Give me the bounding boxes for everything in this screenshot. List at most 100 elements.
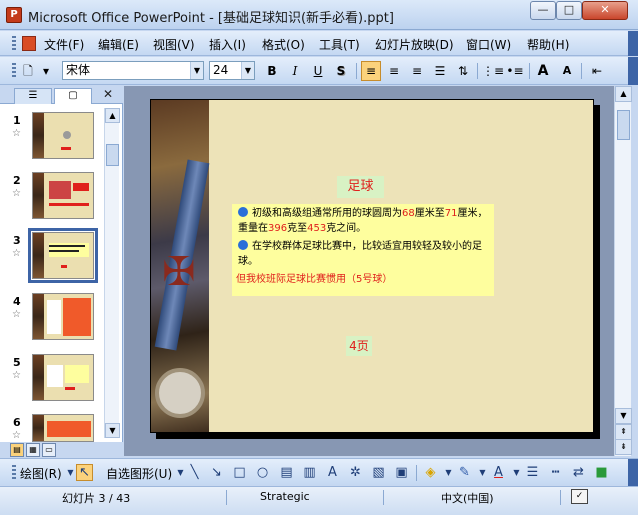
scroll-up-icon[interactable]: ▲ — [105, 108, 120, 123]
scroll-thumb[interactable] — [617, 110, 630, 140]
font-name-select[interactable]: 宋体 ▼ — [62, 61, 204, 80]
chevron-down-icon[interactable]: ▼ — [474, 464, 491, 481]
title-bar: P Microsoft Office PowerPoint - [基础足球知识(… — [0, 0, 638, 30]
shrink-font-button[interactable]: A — [557, 61, 577, 81]
font-color-icon[interactable]: A — [490, 464, 507, 481]
slide-number: 1 — [13, 114, 21, 127]
outline-tab[interactable]: ☰ — [14, 88, 52, 104]
scroll-down-icon[interactable]: ▼ — [105, 423, 120, 438]
font-name-value: 宋体 — [66, 63, 91, 77]
line-color-icon[interactable]: ✎ — [456, 464, 473, 481]
paragraph-2: 在学校群体足球比赛中，比较适宜用较轻及较小的足球。 — [236, 239, 490, 269]
decrease-indent-icon[interactable]: ⇤ — [587, 61, 607, 81]
slide-thumbnail[interactable]: 4 ☆ — [0, 293, 103, 353]
chevron-down-icon[interactable]: ▼ — [241, 62, 254, 79]
slide-title[interactable]: 足球 — [337, 176, 384, 198]
arrow-style-icon[interactable]: ⇄ — [570, 464, 587, 481]
menu-view[interactable]: 视图(V) — [153, 36, 195, 53]
page-label[interactable]: 4页 — [346, 336, 372, 356]
close-button[interactable]: ✕ — [582, 1, 628, 20]
menu-file[interactable]: 文件(F) — [44, 36, 84, 53]
scroll-down-icon[interactable]: ▼ — [615, 408, 632, 424]
shadow-button[interactable]: S — [331, 61, 351, 81]
slide-sorter-icon[interactable]: ▦ — [26, 443, 40, 457]
menu-window[interactable]: 窗口(W) — [466, 36, 511, 53]
line-style-icon[interactable]: ☰ — [524, 464, 541, 481]
slides-tab[interactable]: ▢ — [54, 88, 92, 104]
slide-thumbnail[interactable]: 2 ☆ — [0, 172, 103, 232]
menu-tools[interactable]: 工具(T) — [319, 36, 360, 53]
slide-scrollbar[interactable]: ▲ ▼ ⇞ ⇟ — [614, 86, 632, 456]
autoshapes-menu[interactable]: 自选图形(U) — [106, 465, 172, 482]
thumbnail-scrollbar[interactable]: ▲ ▼ — [104, 108, 120, 438]
slide-thumbnail[interactable]: 1 ☆ — [0, 112, 103, 172]
wordart-icon[interactable]: A — [324, 464, 341, 481]
toolbar-grip-icon[interactable] — [12, 36, 16, 52]
slide-text-box[interactable]: 初级和高级组通常所用的球圆周为68厘米至71厘米，重量在396克至453克之间。… — [232, 204, 494, 296]
shadow-style-icon[interactable]: ■ — [593, 464, 610, 481]
toolbar-overflow[interactable] — [628, 459, 638, 486]
menu-help[interactable]: 帮助(H) — [527, 36, 569, 53]
chevron-down-icon[interactable]: ▼ — [508, 464, 525, 481]
toolbar-grip-icon[interactable] — [12, 465, 16, 481]
menu-format[interactable]: 格式(O) — [262, 36, 305, 53]
toolbar-overflow[interactable] — [628, 57, 638, 85]
thumbnail-image — [32, 293, 94, 340]
chevron-down-icon[interactable]: ▼ — [440, 464, 457, 481]
animation-star-icon: ☆ — [12, 128, 21, 139]
thumbnail-image — [32, 172, 94, 219]
line-icon[interactable]: ╲ — [186, 464, 203, 481]
text-direction-icon[interactable]: ⇅ — [453, 61, 473, 81]
menu-edit[interactable]: 编辑(E) — [98, 36, 139, 53]
previous-slide-icon[interactable]: ⇞ — [615, 424, 632, 440]
grow-font-button[interactable]: A — [533, 61, 553, 81]
spelling-check-icon[interactable]: ✓ — [571, 489, 588, 504]
next-slide-icon[interactable]: ⇟ — [615, 439, 632, 455]
bold-button[interactable]: B — [262, 61, 282, 81]
chevron-down-icon[interactable]: ▼ — [190, 62, 203, 79]
scroll-up-icon[interactable]: ▲ — [615, 86, 632, 102]
rectangle-icon[interactable]: □ — [231, 464, 248, 481]
underline-button[interactable]: U — [308, 61, 328, 81]
new-document-icon[interactable]: 🗋 — [18, 61, 38, 81]
select-pointer-icon[interactable]: ↖ — [76, 464, 93, 481]
text-run: 克之间。 — [326, 223, 367, 234]
powerpoint-icon[interactable]: P — [6, 7, 22, 23]
compass-icon — [155, 368, 205, 418]
toolbar-grip-icon[interactable] — [12, 63, 16, 79]
align-right-icon[interactable]: ≡ — [407, 61, 427, 81]
oval-icon[interactable]: ○ — [254, 464, 271, 481]
slide-canvas[interactable]: ✠ 足球 初级和高级组通常所用的球圆周为68厘米至71厘米，重量在396克至45… — [150, 99, 594, 433]
maximize-button[interactable]: □ — [556, 1, 582, 20]
fill-color-icon[interactable]: ◈ — [422, 464, 439, 481]
vertical-textbox-icon[interactable]: ▥ — [301, 464, 318, 481]
minimize-button[interactable]: — — [530, 1, 556, 20]
arrow-icon[interactable]: ↘ — [208, 464, 225, 481]
bullets-icon[interactable]: •≡ — [505, 61, 525, 81]
scroll-thumb[interactable] — [106, 144, 119, 166]
numbering-icon[interactable]: ⋮≡ — [482, 61, 504, 81]
clipart-icon[interactable]: ▧ — [370, 464, 387, 481]
dash-style-icon[interactable]: ┅ — [547, 464, 564, 481]
align-left-icon[interactable]: ≡ — [361, 61, 381, 81]
slides-pane: ☰ ▢ ✕ 1 ☆ 2 ☆ 3 ☆ 4 ☆ 5 ☆ 6 ☆ ▲ ▼ — [0, 86, 123, 442]
normal-view-icon[interactable]: ▤ — [10, 443, 24, 457]
toolbar-overflow[interactable] — [628, 31, 638, 56]
textbox-icon[interactable]: ▤ — [278, 464, 295, 481]
close-icon[interactable]: ✕ — [103, 87, 113, 101]
slide-thumbnail-selected[interactable]: 3 ☆ — [0, 228, 103, 292]
document-icon[interactable] — [22, 36, 36, 51]
justify-icon[interactable]: ☰ — [430, 61, 450, 81]
toolbar-dropdown-icon[interactable]: ▾ — [40, 61, 52, 81]
menu-insert[interactable]: 插入(I) — [209, 36, 246, 53]
thumbnail-image — [32, 112, 94, 159]
draw-menu[interactable]: 绘图(R) — [20, 465, 62, 482]
menu-slideshow[interactable]: 幻灯片放映(D) — [375, 36, 454, 53]
italic-button[interactable]: I — [285, 61, 305, 81]
align-center-icon[interactable]: ≡ — [384, 61, 404, 81]
slideshow-view-icon[interactable]: ▭ — [42, 443, 56, 457]
diagram-icon[interactable]: ✲ — [347, 464, 364, 481]
font-size-select[interactable]: 24 ▼ — [209, 61, 255, 80]
slide-thumbnail[interactable]: 5 ☆ — [0, 354, 103, 414]
picture-icon[interactable]: ▣ — [393, 464, 410, 481]
